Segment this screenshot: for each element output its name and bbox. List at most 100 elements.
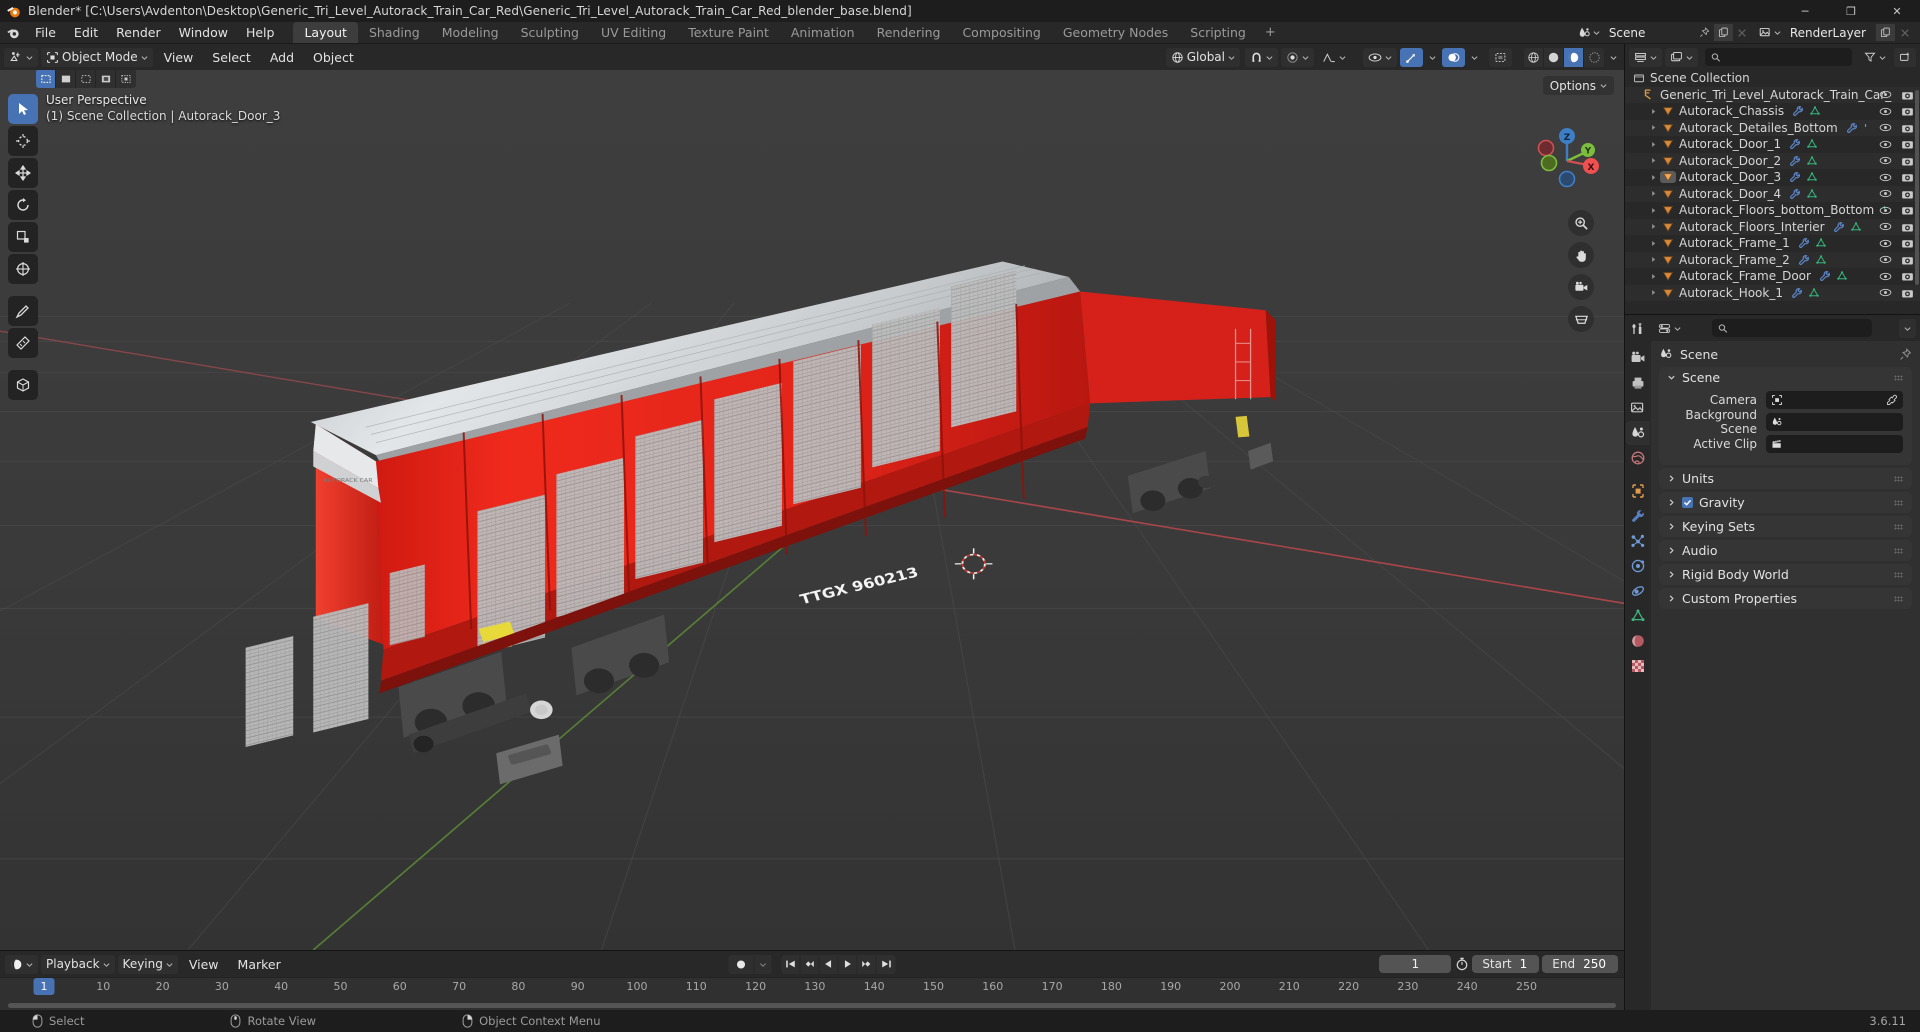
jump-to-end-button[interactable]: [876, 954, 896, 974]
properties-search-box[interactable]: [1711, 319, 1872, 337]
viewport-3d[interactable]: AUTORACK CAR TTGX 960213 User Perspectiv…: [0, 70, 1624, 950]
start-frame-field[interactable]: Start 1: [1472, 955, 1540, 973]
camera-field[interactable]: [1766, 390, 1903, 409]
timeline-menu-marker[interactable]: Marker: [230, 957, 289, 972]
modifier-wrench-icon[interactable]: [1846, 122, 1858, 134]
outliner-tree[interactable]: Scene Collection Generic_Tri_Level_Autora…: [1625, 70, 1920, 314]
tab-animation[interactable]: Animation: [780, 22, 866, 43]
hide-in-viewport-icon[interactable]: [1879, 172, 1892, 183]
minimize-button[interactable]: ─: [1782, 0, 1828, 22]
disable-in-renders-icon[interactable]: [1901, 138, 1914, 150]
outliner-search-input[interactable]: [1725, 50, 1846, 64]
expand-disclosure-icon[interactable]: [1647, 190, 1660, 197]
viewlayer-selector[interactable]: RenderLayer: [1755, 24, 1914, 41]
outliner-row-object[interactable]: Autorack_Frame_Door: [1625, 268, 1920, 285]
pin-scene-icon[interactable]: [1694, 24, 1714, 41]
camera-view-icon[interactable]: [1568, 274, 1594, 300]
viewlayer-name[interactable]: RenderLayer: [1783, 24, 1876, 41]
gizmo-toggle[interactable]: [1400, 47, 1423, 67]
tab-world[interactable]: [1626, 446, 1650, 470]
tab-view-layer[interactable]: [1626, 396, 1650, 420]
hide-in-viewport-icon[interactable]: [1879, 139, 1892, 150]
tab-geometry-nodes[interactable]: Geometry Nodes: [1052, 22, 1179, 43]
menu-render[interactable]: Render: [107, 22, 170, 43]
expand-disclosure-icon[interactable]: [1647, 273, 1660, 280]
delete-viewlayer-icon[interactable]: [1895, 24, 1914, 41]
viewport-menu-object[interactable]: Object: [305, 50, 362, 65]
pan-hand-icon[interactable]: [1568, 242, 1594, 268]
disable-in-renders-icon[interactable]: [1901, 287, 1914, 299]
expand-disclosure-icon[interactable]: [1647, 223, 1660, 230]
modifier-wrench-icon[interactable]: [1798, 254, 1810, 266]
outliner-row-object[interactable]: Autorack_Chassis: [1625, 103, 1920, 120]
tab-particles[interactable]: [1626, 529, 1650, 553]
outliner-row-object[interactable]: Autorack_Detailes_Bottom: [1625, 119, 1920, 136]
hide-in-viewport-icon[interactable]: [1879, 122, 1892, 133]
mesh-data-icon[interactable]: [1815, 237, 1827, 249]
panel-scene-header[interactable]: Scene: [1659, 367, 1912, 388]
tab-rendering[interactable]: Rendering: [866, 22, 952, 43]
tab-object[interactable]: [1626, 479, 1650, 503]
delete-scene-icon[interactable]: [1732, 24, 1752, 41]
close-button[interactable]: ✕: [1874, 0, 1920, 22]
select-lasso-button[interactable]: [96, 70, 116, 88]
outliner-row-object[interactable]: Autorack_Door_3: [1625, 169, 1920, 186]
mesh-data-icon[interactable]: [1806, 155, 1818, 167]
hide-in-viewport-icon[interactable]: [1879, 188, 1892, 199]
expand-disclosure-icon[interactable]: [1647, 174, 1660, 181]
play-button[interactable]: [838, 954, 858, 974]
expand-disclosure-icon[interactable]: [1647, 289, 1660, 296]
hide-in-viewport-icon[interactable]: [1879, 221, 1892, 232]
viewport-menu-view[interactable]: View: [156, 50, 202, 65]
outliner-row-object[interactable]: Autorack_Frame_1: [1625, 235, 1920, 252]
tab-scripting[interactable]: Scripting: [1179, 22, 1257, 43]
modifier-wrench-icon[interactable]: [1798, 237, 1810, 249]
timeline-editor-type-button[interactable]: [5, 954, 38, 974]
timeline-scrollbar[interactable]: [8, 1003, 1616, 1008]
outliner-search-box[interactable]: [1705, 48, 1852, 66]
object-mode-dropdown[interactable]: Object Mode: [41, 47, 153, 67]
ortho-persp-toggle-icon[interactable]: [1568, 306, 1594, 332]
tab-tool[interactable]: [1626, 317, 1650, 341]
visibility-dropdown[interactable]: [1363, 47, 1397, 67]
tab-render[interactable]: [1626, 346, 1650, 370]
disable-in-renders-icon[interactable]: [1901, 105, 1914, 117]
viewport-options-button[interactable]: Options: [1542, 76, 1614, 95]
outliner-row-object[interactable]: Autorack_Frame_2: [1625, 251, 1920, 268]
timeline-menu-keying[interactable]: Keying: [117, 954, 178, 974]
disable-in-renders-icon[interactable]: [1901, 221, 1914, 233]
timeline-ruler[interactable]: 10 20 30 40 50 60 70 80 90 100 110 120 130 140 150 160 1…: [0, 977, 1624, 1010]
xray-toggle[interactable]: [1489, 47, 1512, 67]
tab-uv-editing[interactable]: UV Editing: [590, 22, 677, 43]
tool-transform[interactable]: [8, 254, 38, 284]
outliner-row-object[interactable]: Autorack_Hook_1: [1625, 284, 1920, 301]
expand-disclosure-icon[interactable]: [1647, 141, 1660, 148]
shading-material-button[interactable]: [1564, 47, 1584, 67]
menu-edit[interactable]: Edit: [65, 22, 107, 43]
modifier-wrench-icon[interactable]: [1789, 171, 1801, 183]
panel-units-header[interactable]: Units: [1659, 468, 1912, 489]
outliner-row-object[interactable]: Autorack_Door_2: [1625, 152, 1920, 169]
modifier-wrench-icon[interactable]: [1791, 287, 1803, 299]
hide-in-viewport-icon[interactable]: [1879, 155, 1892, 166]
timeline-playhead[interactable]: 1: [33, 978, 55, 995]
tab-layout[interactable]: Layout: [293, 22, 358, 43]
select-tweak-button[interactable]: [56, 70, 76, 88]
scene-name[interactable]: Scene: [1602, 24, 1695, 41]
snap-magnet-icon[interactable]: [1245, 47, 1278, 67]
disable-in-renders-icon[interactable]: [1901, 204, 1914, 216]
jump-to-start-button[interactable]: [781, 954, 801, 974]
expand-disclosure-icon[interactable]: [1647, 256, 1660, 263]
timeline-menu-playback[interactable]: Playback: [41, 954, 115, 974]
hide-in-viewport-icon[interactable]: [1879, 89, 1892, 100]
panel-gravity-header[interactable]: Gravity: [1659, 492, 1912, 513]
menu-file[interactable]: File: [26, 22, 65, 43]
timeline-menu-view[interactable]: View: [181, 957, 227, 972]
panel-custom-properties-header[interactable]: Custom Properties: [1659, 588, 1912, 609]
eyedropper-icon[interactable]: [1886, 394, 1898, 406]
shading-solid-button[interactable]: [1544, 47, 1564, 67]
hide-in-viewport-icon[interactable]: [1879, 271, 1892, 282]
app-menu-logo-icon[interactable]: [0, 22, 26, 43]
disable-in-renders-icon[interactable]: [1901, 122, 1914, 134]
auto-keying-dropdown[interactable]: [754, 954, 773, 974]
